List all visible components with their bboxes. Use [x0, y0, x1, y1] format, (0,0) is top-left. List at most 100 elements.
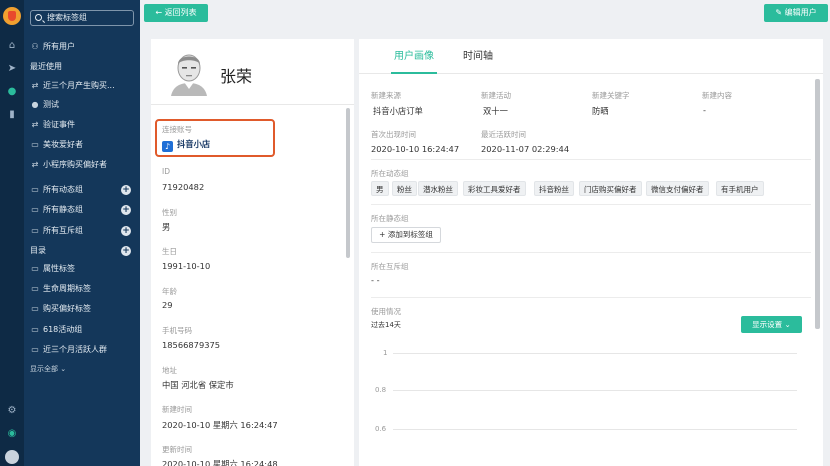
folder-icon: ▭: [31, 226, 39, 235]
folder-icon: ▭: [31, 185, 39, 194]
chat-icon[interactable]: ◉: [0, 428, 24, 440]
add-to-tag-group-button[interactable]: + 添加到标签组: [371, 227, 441, 243]
pencil-icon: ✎: [775, 8, 783, 17]
user-icon[interactable]: ●: [0, 86, 24, 98]
tab-user-portrait[interactable]: 用户画像: [391, 39, 437, 74]
tab-timeline[interactable]: 时间轴: [463, 39, 493, 74]
dynamic-tag[interactable]: 有手机用户: [716, 181, 764, 196]
new-content-label: 新建内容: [702, 91, 732, 100]
refresh-icon: ⇄: [31, 81, 39, 90]
field-value: 2020-10-10 星期六 16:24:48: [162, 459, 278, 466]
user-circle-icon: ●: [31, 100, 39, 109]
sidebar-item-catalog[interactable]: ▭ 生命周期标签: [30, 282, 136, 296]
tab-bar: 用户画像 时间轴: [359, 39, 823, 74]
new-keyword-value: 防晒: [592, 106, 609, 116]
search-icon: [35, 14, 42, 21]
first-seen-label: 首次出现时间: [371, 130, 416, 139]
detail-panel: 用户画像 时间轴 新建来源 抖音小店订单 新建活动 双十一 新建关键字 防晒 新…: [359, 39, 823, 466]
sidebar-item-catalog[interactable]: ▭ 购买偏好标签: [30, 302, 136, 316]
first-seen-value: 2020-10-10 16:24:47: [371, 144, 460, 154]
sidebar-item-catalog[interactable]: ▭ 属性标签: [30, 262, 136, 276]
sidebar-item-recent[interactable]: ⇄ 近三个月产生购买...: [30, 79, 136, 93]
mutex-groups-label: 所在互斥组: [371, 262, 409, 271]
y-tick-label: 1: [383, 349, 388, 357]
refresh-icon: ⇄: [31, 160, 39, 169]
sidebar: 搜索标签组 ⚇ 所有用户 最近使用 ⇄ 近三个月产生购买... ● 测试 ⇄ 验证事件 …: [24, 0, 140, 466]
display-settings-button[interactable]: 显示设置 ⌄: [741, 316, 802, 333]
dynamic-tag[interactable]: 抖音粉丝: [534, 181, 574, 196]
last-active-value: 2020-11-07 02:29:44: [481, 144, 570, 154]
account-avatar[interactable]: [5, 450, 19, 464]
sidebar-item-recent[interactable]: ⇄ 小程序购买偏好者: [30, 158, 136, 172]
home-icon[interactable]: ⌂: [0, 40, 24, 52]
chevron-down-icon: ⌄: [60, 365, 67, 373]
folder-icon: ▭: [31, 345, 39, 354]
users-icon: ⚇: [31, 42, 39, 51]
new-activity-label: 新建活动: [481, 91, 511, 100]
show-all-link[interactable]: 显示全部 ⌄: [30, 364, 66, 374]
profile-scrollbar[interactable]: [346, 108, 350, 258]
field-value: 71920482: [162, 182, 205, 192]
sidebar-item-static-groups[interactable]: ▭ 所有静态组 +: [30, 203, 136, 217]
send-icon[interactable]: ➤: [0, 63, 24, 75]
detail-scrollbar[interactable]: [815, 79, 820, 329]
back-to-list-button[interactable]: ← 返回列表: [144, 4, 208, 22]
field-label: 性别: [162, 208, 177, 217]
folder-icon: ▭: [31, 304, 39, 313]
profile-card: 张荣 连接账号 ♪ 抖音小店 ID 71920482 性别 男 生日 1991-1…: [151, 39, 354, 466]
linked-account-label: 连接账号: [162, 125, 192, 134]
linked-account-value[interactable]: ♪ 抖音小店: [162, 138, 210, 152]
gridline: [393, 353, 797, 354]
folder-icon: ▭: [31, 140, 39, 149]
field-value: 29: [162, 300, 173, 310]
dynamic-tag[interactable]: 粉丝: [392, 181, 417, 196]
y-tick-label: 0.8: [375, 386, 387, 394]
douyin-logo-icon: ♪: [162, 141, 173, 152]
edit-user-button[interactable]: ✎ 编辑用户: [764, 4, 828, 22]
add-dynamic-group-icon[interactable]: +: [121, 185, 131, 195]
sidebar-item-mutex-groups[interactable]: ▭ 所有互斥组 +: [30, 224, 136, 238]
dynamic-tag[interactable]: 男: [371, 181, 389, 196]
chevron-down-icon: ⌄: [784, 320, 791, 329]
add-static-group-icon[interactable]: +: [121, 205, 131, 215]
dynamic-groups-label: 所在动态组: [371, 169, 409, 178]
mutex-groups-value: - -: [371, 275, 380, 285]
sidebar-item-recent[interactable]: ● 测试: [30, 98, 136, 112]
sidebar-item-recent[interactable]: ▭ 美妆爱好者: [30, 138, 136, 152]
gridline: [393, 390, 797, 391]
sidebar-heading-recent: 最近使用: [30, 62, 62, 71]
field-label: 更新时间: [162, 445, 192, 454]
profile-header: 张荣: [151, 39, 354, 105]
divider: [371, 252, 811, 253]
folder-icon: ▭: [31, 325, 39, 334]
plus-icon: +: [379, 230, 386, 239]
app-logo[interactable]: [3, 7, 21, 25]
sidebar-item-catalog[interactable]: ▭ 618活动组: [30, 323, 136, 337]
field-label: 年龄: [162, 287, 177, 296]
gear-icon[interactable]: ⚙: [0, 405, 24, 417]
sidebar-item-all-users[interactable]: ⚇ 所有用户: [30, 40, 136, 54]
add-catalog-icon[interactable]: +: [121, 246, 131, 256]
bar-chart-icon[interactable]: ▮: [0, 109, 24, 121]
field-label: 手机号码: [162, 326, 192, 335]
sidebar-item-catalog[interactable]: ▭ 近三个月活跃人群: [30, 343, 136, 357]
sidebar-heading-catalog: 目录 +: [30, 246, 131, 256]
dynamic-tag[interactable]: 潜水粉丝: [418, 181, 458, 196]
search-input[interactable]: 搜索标签组: [30, 10, 134, 26]
folder-icon: ▭: [31, 264, 39, 273]
field-value: 1991-10-10: [162, 261, 211, 271]
field-value: 中国 河北省 保定市: [162, 380, 234, 390]
dynamic-tag[interactable]: 门店购买偏好者: [579, 181, 642, 196]
new-activity-value: 双十一: [483, 106, 508, 116]
gridline: [393, 429, 797, 430]
dynamic-tag[interactable]: 彩妆工具爱好者: [463, 181, 526, 196]
add-mutex-group-icon[interactable]: +: [121, 226, 131, 236]
field-label: 新建时间: [162, 405, 192, 414]
field-value: 男: [162, 222, 171, 232]
divider: [371, 204, 811, 205]
sidebar-item-dynamic-groups[interactable]: ▭ 所有动态组 +: [30, 183, 136, 197]
field-label: 地址: [162, 366, 177, 375]
dynamic-tag[interactable]: 微信支付偏好者: [646, 181, 709, 196]
sidebar-item-recent[interactable]: ⇄ 验证事件: [30, 118, 136, 132]
y-tick-label: 0.6: [375, 425, 387, 433]
